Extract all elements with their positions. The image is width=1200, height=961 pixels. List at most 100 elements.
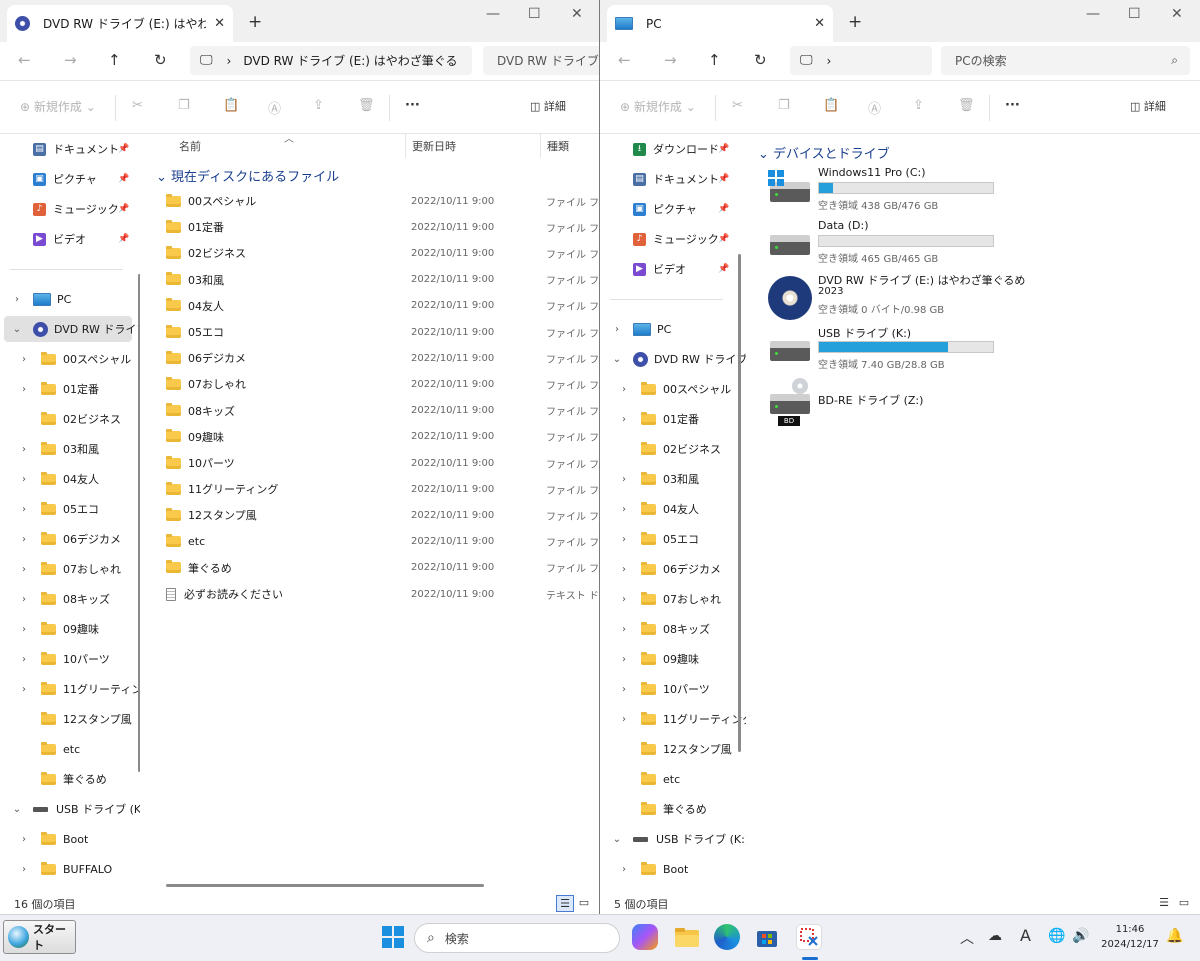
copilot-icon[interactable] xyxy=(632,924,658,950)
cut-icon[interactable]: ✂ xyxy=(132,98,143,113)
table-row[interactable]: 必ずお読みください 2022/10/11 9:00 テキスト ドキュメント xyxy=(146,581,599,607)
nav-item-usb-drive[interactable]: ⌄ USB ドライブ (K:) xyxy=(600,826,746,852)
nav-item-folder[interactable]: etc xyxy=(0,736,140,762)
nav-item-folder[interactable]: 筆ぐるめ xyxy=(600,796,740,822)
new-tab-button[interactable]: + xyxy=(248,12,262,32)
pin-icon[interactable]: 📌 xyxy=(118,144,129,154)
table-row[interactable]: 00スペシャル 2022/10/11 9:00 ファイル フォルダー xyxy=(146,188,599,214)
minimize-icon[interactable]: — xyxy=(1086,6,1100,22)
chevron-right-icon[interactable]: › xyxy=(619,684,629,695)
column-divider[interactable] xyxy=(540,134,541,158)
details-pane-button[interactable]: ◫ 詳細 xyxy=(1130,98,1166,114)
nav-item-pc[interactable]: › PC xyxy=(600,316,740,342)
up-icon[interactable]: ↑ xyxy=(108,51,121,69)
nav-item-folder[interactable]: › 04友人 xyxy=(600,496,740,522)
chevron-right-icon[interactable]: › xyxy=(19,864,29,875)
maximize-icon[interactable]: ☐ xyxy=(528,6,541,22)
table-row[interactable]: 09趣味 2022/10/11 9:00 ファイル フォルダー xyxy=(146,424,599,450)
chevron-right-icon[interactable]: › xyxy=(619,474,629,485)
breadcrumb-current[interactable]: DVD RW ドライブ (E:) はやわざ筆ぐる xyxy=(243,52,457,69)
ime-indicator[interactable]: A xyxy=(1020,926,1031,945)
column-header-type[interactable]: 種類 xyxy=(547,138,569,154)
nav-item-folder[interactable]: › Boot xyxy=(0,826,140,852)
minimize-icon[interactable]: — xyxy=(486,6,500,22)
back-icon[interactable]: ← xyxy=(618,51,631,69)
new-button[interactable]: ⊕ 新規作成 ⌄ xyxy=(20,98,96,115)
nav-item-folder[interactable]: › 08キッズ xyxy=(600,616,740,642)
tiles-view-icon[interactable]: ▭ xyxy=(576,895,592,910)
table-row[interactable]: 08キッズ 2022/10/11 9:00 ファイル フォルダー xyxy=(146,398,599,424)
back-icon[interactable]: ← xyxy=(18,51,31,69)
table-row[interactable]: 03和風 2022/10/11 9:00 ファイル フォルダー xyxy=(146,267,599,293)
nav-item-folder[interactable]: › Boot xyxy=(600,856,740,882)
copy-icon[interactable]: ❐ xyxy=(778,98,790,113)
cut-icon[interactable]: ✂ xyxy=(732,98,743,113)
nav-item-quick-access[interactable]: ♪ ミュージック 📌 xyxy=(0,196,130,222)
nav-item-dvd-drive[interactable]: ⌄ DVD RW ドライブ xyxy=(600,346,746,372)
details-pane-button[interactable]: ◫ 詳細 xyxy=(530,98,566,114)
nav-item-folder[interactable]: › 03和風 xyxy=(600,466,740,492)
rename-icon[interactable]: Ⓐ xyxy=(868,98,881,117)
pin-icon[interactable]: 📌 xyxy=(118,174,129,184)
chevron-right-icon[interactable]: › xyxy=(19,834,29,845)
nav-item-folder[interactable]: 筆ぐるめ xyxy=(0,766,140,792)
chevron-right-icon[interactable]: › xyxy=(19,654,29,665)
chevron-right-icon[interactable]: › xyxy=(619,534,629,545)
column-divider[interactable] xyxy=(405,134,406,158)
pin-icon[interactable]: 📌 xyxy=(718,234,729,244)
chevron-right-icon[interactable]: › xyxy=(619,864,629,875)
table-row[interactable]: 01定番 2022/10/11 9:00 ファイル フォルダー xyxy=(146,214,599,240)
rename-icon[interactable]: Ⓐ xyxy=(268,98,281,117)
taskbar-search[interactable]: ⌕ 検索 xyxy=(414,923,620,953)
nav-item-quick-access[interactable]: ▤ ドキュメント 📌 xyxy=(0,136,130,162)
nav-item-pc[interactable]: › PC xyxy=(0,286,140,312)
tab-dvd-drive[interactable]: DVD RW ドライブ (E:) はやわざ筆ぐ ✕ xyxy=(7,5,233,42)
refresh-icon[interactable]: ↻ xyxy=(154,51,167,69)
drive-tile[interactable]: USB ドライブ (K:) 空き領域 7.40 GB/28.8 GB xyxy=(768,325,1028,375)
address-field[interactable]: 🖵 › xyxy=(790,46,932,75)
drive-tile[interactable]: BD BD-RE ドライブ (Z:) xyxy=(768,378,1028,428)
onedrive-offline-icon[interactable]: ☁ xyxy=(988,928,1002,944)
chevron-down-icon[interactable]: ⌄ xyxy=(12,324,22,335)
nav-item-folder[interactable]: › 11グリーティング xyxy=(0,676,140,702)
maximize-icon[interactable]: ☐ xyxy=(1128,6,1141,22)
nav-item-folder[interactable]: 12スタンプ風 xyxy=(0,706,140,732)
details-view-icon[interactable]: ☰ xyxy=(1156,895,1172,910)
chevron-right-icon[interactable]: › xyxy=(619,504,629,515)
table-row[interactable]: 11グリーティング 2022/10/11 9:00 ファイル フォルダー xyxy=(146,476,599,502)
pin-icon[interactable]: 📌 xyxy=(718,264,729,274)
chevron-down-icon[interactable]: ⌄ xyxy=(612,834,622,845)
close-window-icon[interactable]: ✕ xyxy=(1171,6,1183,22)
nav-item-folder[interactable]: › 07おしゃれ xyxy=(0,556,140,582)
search-input[interactable]: DVD RW ドライブ (E xyxy=(483,46,599,75)
chevron-right-icon[interactable]: › xyxy=(619,594,629,605)
tab-pc[interactable]: PC ✕ xyxy=(607,5,833,42)
nav-item-quick-access[interactable]: ⭳ ダウンロード 📌 xyxy=(600,136,730,162)
pin-icon[interactable]: 📌 xyxy=(718,204,729,214)
nav-item-folder[interactable]: › 10パーツ xyxy=(0,646,140,672)
chevron-right-icon[interactable]: › xyxy=(619,414,629,425)
table-row[interactable]: 06デジカメ 2022/10/11 9:00 ファイル フォルダー xyxy=(146,345,599,371)
nav-item-folder[interactable]: › 00スペシャル xyxy=(0,346,140,372)
nav-item-folder[interactable]: etc xyxy=(600,766,740,792)
nav-item-quick-access[interactable]: ▣ ピクチャ 📌 xyxy=(0,166,130,192)
table-row[interactable]: 05エコ 2022/10/11 9:00 ファイル フォルダー xyxy=(146,319,599,345)
breadcrumb-chevron-icon[interactable]: › xyxy=(827,54,832,68)
chevron-right-icon[interactable]: › xyxy=(19,444,29,455)
nav-item-folder[interactable]: › 05エコ xyxy=(0,496,140,522)
share-icon[interactable]: ⇪ xyxy=(313,98,324,113)
nav-item-folder[interactable]: › 00スペシャル xyxy=(600,376,740,402)
edge-browser-icon[interactable] xyxy=(714,924,740,950)
nav-item-folder[interactable]: › 06デジカメ xyxy=(0,526,140,552)
more-options-icon[interactable]: ··· xyxy=(1005,98,1020,113)
chevron-down-icon[interactable]: ⌄ xyxy=(612,354,622,365)
chevron-right-icon[interactable]: › xyxy=(19,354,29,365)
table-row[interactable]: 04友人 2022/10/11 9:00 ファイル フォルダー xyxy=(146,293,599,319)
up-icon[interactable]: ↑ xyxy=(708,51,721,69)
table-row[interactable]: 筆ぐるめ 2022/10/11 9:00 ファイル フォルダー xyxy=(146,555,599,581)
chevron-right-icon[interactable]: › xyxy=(19,384,29,395)
pin-icon[interactable]: 📌 xyxy=(118,204,129,214)
notification-bell-icon[interactable]: 🔔 xyxy=(1166,928,1183,944)
column-header-date[interactable]: 更新日時 xyxy=(412,138,456,154)
nav-item-folder[interactable]: › 06デジカメ xyxy=(600,556,740,582)
